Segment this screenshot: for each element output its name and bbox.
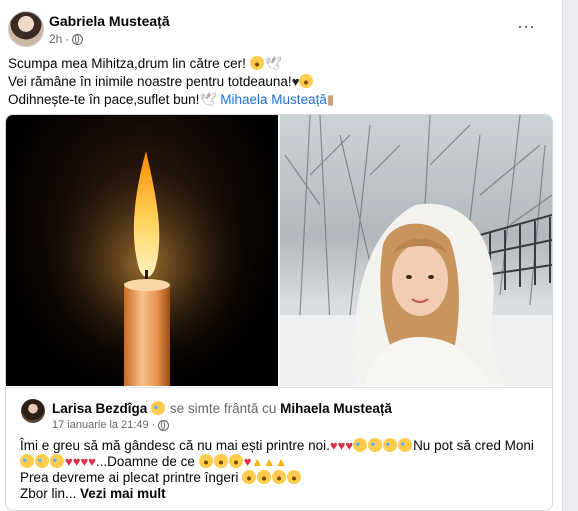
heart-icon: ♥ (243, 454, 252, 469)
post-header: Gabriela Musteață 2h · ⋯ (8, 11, 556, 51)
dove-icon: 🕊 (264, 56, 282, 71)
feeling-text: se simte frântă cu (169, 401, 277, 416)
meta-dot: · (65, 32, 70, 46)
candle-photo[interactable] (6, 115, 278, 386)
sad-emoji-icon (257, 470, 272, 484)
page-scrollbar[interactable] (564, 0, 578, 511)
sad-emoji-icon (249, 56, 264, 70)
globe-icon[interactable] (72, 33, 84, 45)
post-line-3: Odihnește-te în pace,suflet bun!🕊 Mihael… (8, 92, 335, 107)
shared-author-name[interactable]: Larisa Bezdîga (52, 401, 147, 416)
author-name[interactable]: Gabriela Musteață (49, 13, 170, 29)
portrait-photo[interactable] (280, 115, 552, 386)
shared-line-2: ♥♥♥♥...Doamne de ce ♥▲▲▲ (20, 454, 540, 470)
sad-emoji-icon (242, 470, 257, 484)
shared-line-1: Îmi e greu să mă gândesc că nu mai ești … (20, 438, 534, 453)
dove-icon: 🕊 (199, 92, 217, 107)
meta-dot: · (151, 419, 156, 431)
shared-header: Larisa Bezdîga se simte frântă cu Mihael… (52, 401, 392, 416)
candle-illustration (36, 151, 256, 386)
crying-emoji-icon (383, 438, 398, 452)
black-heart-icon: ♥ (291, 74, 300, 89)
crying-emoji-icon (35, 454, 49, 468)
shared-text: Îmi e greu să mă gândesc că nu mai ești … (20, 438, 540, 502)
crying-emoji-icon (20, 454, 34, 468)
shared-post[interactable]: Larisa Bezdîga se simte frântă cu Mihael… (5, 114, 553, 511)
post-line-2: Vei rămâne în inimile noastre pentru tot… (8, 73, 548, 91)
heart-icon: ♥♥♥♥ (65, 454, 96, 469)
shared-date[interactable]: 17 ianuarie la 21:49 (52, 419, 149, 431)
shared-meta: 17 ianuarie la 21:49 · (52, 419, 170, 431)
tagged-user-link[interactable]: Mihaela Musteață (220, 92, 327, 107)
author-avatar[interactable] (8, 11, 44, 47)
sad-emoji-icon (198, 454, 213, 468)
sad-emoji-icon (213, 454, 228, 468)
shared-tagged-user[interactable]: Mihaela Musteață (280, 401, 392, 416)
see-more-link[interactable]: Vezi mai mult (80, 486, 166, 501)
heartbroken-feeling-icon (151, 401, 166, 415)
praying-hands-icon: ▲▲▲ (251, 455, 288, 469)
candle-icon: ▮ (326, 92, 335, 107)
crying-emoji-icon (353, 438, 368, 452)
sad-emoji-icon (299, 74, 314, 88)
sad-emoji-icon (272, 470, 287, 484)
crying-emoji-icon (398, 438, 413, 452)
sad-emoji-icon (228, 454, 243, 468)
post-text: Scumpa mea Mihitza,drum lin către cer! 🕊… (8, 55, 548, 109)
shared-line-4: Zbor lin... Vezi mai mult (20, 486, 166, 501)
portrait-illustration (280, 115, 552, 386)
post-card: Gabriela Musteață 2h · ⋯ Scumpa mea Mihi… (0, 0, 563, 511)
heart-icon: ♥♥♥ (329, 438, 354, 453)
crying-emoji-icon (368, 438, 383, 452)
shared-post-body: Larisa Bezdîga se simte frântă cu Mihael… (6, 387, 552, 510)
post-line-1: Scumpa mea Mihitza,drum lin către cer! 🕊 (8, 56, 282, 71)
globe-icon[interactable] (158, 419, 170, 431)
shared-line-3: Prea devreme ai plecat printre îngeri (20, 470, 540, 486)
post-meta: 2h · (49, 32, 84, 46)
post-time[interactable]: 2h (49, 32, 62, 46)
shared-author-avatar[interactable] (21, 399, 45, 423)
more-options-icon[interactable]: ⋯ (517, 17, 536, 38)
sad-emoji-icon (287, 470, 302, 484)
crying-emoji-icon (50, 454, 64, 468)
